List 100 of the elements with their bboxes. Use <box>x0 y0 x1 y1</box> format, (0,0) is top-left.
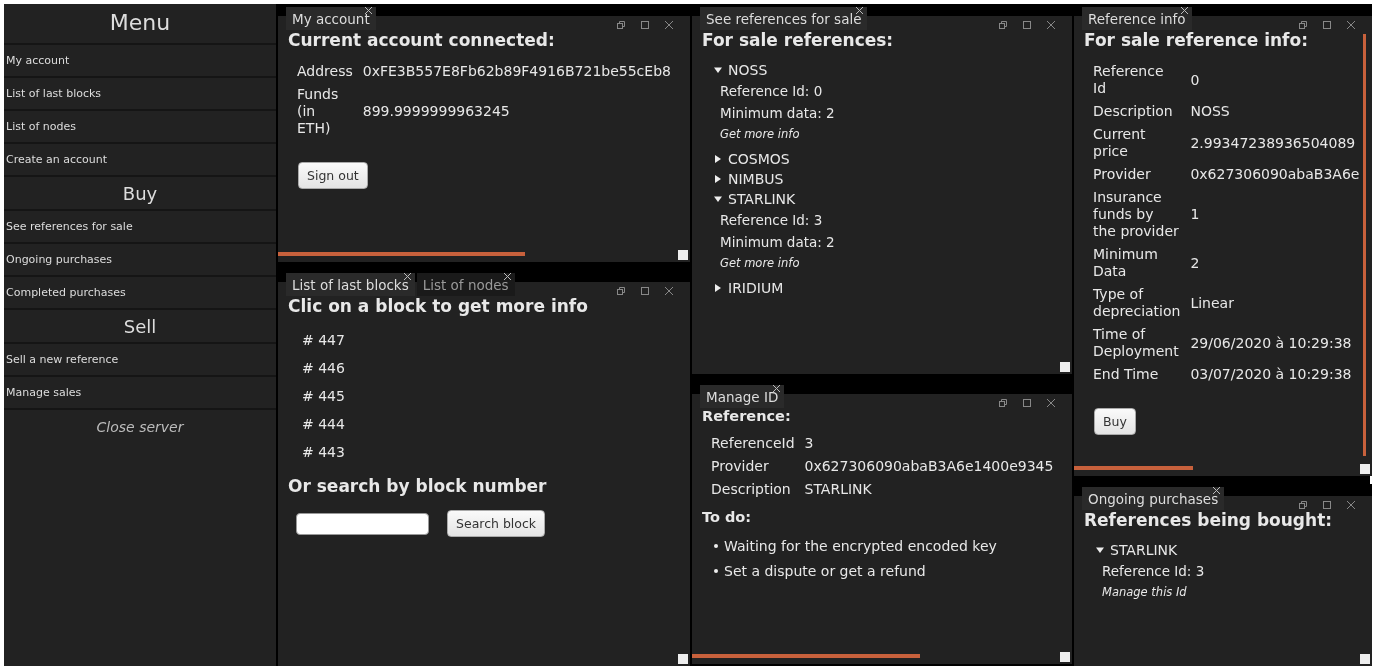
restore-icon[interactable] <box>616 20 626 30</box>
block-link[interactable]: # 447 <box>288 326 359 354</box>
todo-item: Waiting for the encrypted encoded key <box>724 538 997 554</box>
field-label: ReferenceId <box>711 435 795 451</box>
menu-item[interactable]: Completed purchases <box>4 277 276 310</box>
panel-tab[interactable]: List of last blocks <box>286 273 415 296</box>
action-button[interactable]: Buy <box>1094 408 1136 435</box>
restore-icon[interactable] <box>998 20 1008 30</box>
field-label: Type of depreciation <box>1093 286 1181 319</box>
field-value: 0x627306090abaB3A6e1400e9345 <box>804 458 1054 474</box>
scrollbar[interactable] <box>1363 34 1366 456</box>
field-label: Provider <box>711 458 769 474</box>
block-link[interactable]: # 444 <box>288 410 359 438</box>
field-label: Insurance funds by the provider <box>1093 189 1179 239</box>
maximize-icon[interactable] <box>1022 398 1032 408</box>
restore-icon[interactable] <box>616 286 626 296</box>
scrollbar[interactable] <box>692 654 920 658</box>
block-number-field[interactable] <box>296 512 429 535</box>
field-value: 2 <box>1190 254 1200 271</box>
detail-text: Reference Id: 0 <box>719 82 823 101</box>
close-icon[interactable] <box>1046 20 1056 30</box>
scrollbar[interactable] <box>278 252 526 256</box>
panel-heading: References being bought: <box>1084 510 1334 530</box>
field-value: 1 <box>1190 206 1200 222</box>
detail-text: Reference Id: 3 <box>1101 562 1205 581</box>
close-icon[interactable] <box>503 273 511 280</box>
resize-handle[interactable] <box>1060 362 1070 372</box>
info-link[interactable]: Get more info <box>714 124 800 149</box>
close-icon[interactable] <box>664 286 674 296</box>
block-link[interactable]: # 443 <box>288 438 359 466</box>
close-icon[interactable] <box>1346 20 1356 30</box>
scrollbar[interactable] <box>1074 466 1194 470</box>
menu-item[interactable]: List of last blocks <box>4 78 276 111</box>
info-link[interactable]: Manage this Id <box>1096 582 1187 607</box>
close-icon[interactable] <box>664 20 674 30</box>
info-link[interactable]: Get more info <box>714 253 800 278</box>
search-button[interactable]: Search block <box>447 510 546 537</box>
tree-item[interactable]: COSMOS <box>714 149 790 169</box>
maximize-icon[interactable] <box>1322 500 1332 510</box>
tree-item[interactable]: STARLINK <box>714 189 796 209</box>
close-icon[interactable] <box>1046 398 1056 408</box>
resize-handle[interactable] <box>1360 654 1370 664</box>
close-icon[interactable] <box>1180 7 1188 14</box>
panel-tab[interactable]: See references for sale <box>700 7 868 30</box>
close-server-link[interactable]: Close server <box>4 410 276 444</box>
restore-icon[interactable] <box>998 398 1008 408</box>
maximize-icon[interactable] <box>1022 20 1032 30</box>
field-value: Linear <box>1190 294 1234 311</box>
resize-handle[interactable] <box>678 654 688 664</box>
restore-icon[interactable] <box>1298 500 1308 510</box>
menu-item[interactable]: Sell a new reference <box>4 344 276 377</box>
resize-handle[interactable] <box>1060 652 1070 662</box>
maximize-icon[interactable] <box>640 20 650 30</box>
panel-tab[interactable]: List of nodes <box>416 273 515 296</box>
menu-title: Menu <box>4 4 276 45</box>
field-value: 3 <box>804 435 814 451</box>
section-heading: To do: <box>702 509 753 525</box>
field-value: NOSS <box>1190 103 1230 119</box>
tree-item[interactable]: IRIDIUM <box>714 278 784 298</box>
field-value: 0 <box>1190 71 1200 88</box>
panel-heading: Or search by block number <box>288 476 548 496</box>
close-icon[interactable] <box>403 273 411 280</box>
close-icon[interactable] <box>364 7 372 14</box>
close-icon[interactable] <box>856 7 864 14</box>
tree-item[interactable]: STARLINK <box>1096 540 1178 560</box>
panel-tab[interactable]: Manage ID <box>700 385 785 408</box>
panel-tab[interactable]: Reference info <box>1082 7 1192 30</box>
panel-tab[interactable]: My account <box>286 7 376 30</box>
block-link[interactable]: # 446 <box>288 354 359 382</box>
panel-heading: For sale reference info: <box>1084 30 1309 50</box>
maximize-icon[interactable] <box>1322 20 1332 30</box>
resize-handle[interactable] <box>678 250 688 260</box>
bullet-icon <box>714 569 718 573</box>
resize-handle[interactable] <box>1360 464 1370 474</box>
field-value: 2.99347238936504089 <box>1190 134 1356 151</box>
caret-icon <box>714 175 722 183</box>
menu-item[interactable]: See references for sale <box>4 211 276 244</box>
tree-item[interactable]: NIMBUS <box>714 169 784 189</box>
close-icon[interactable] <box>1213 487 1221 494</box>
menu-item[interactable]: Manage sales <box>4 377 276 410</box>
panel-tab[interactable]: Ongoing purchases <box>1082 487 1225 510</box>
close-icon[interactable] <box>773 385 781 392</box>
close-icon[interactable] <box>1346 500 1356 510</box>
block-link[interactable]: # 445 <box>288 382 359 410</box>
action-button[interactable]: Sign out <box>298 162 368 189</box>
field-value: 0x627306090abaB3A6e <box>1190 166 1360 182</box>
restore-icon[interactable] <box>1298 20 1308 30</box>
field-label: Funds (in ETH) <box>297 86 339 136</box>
field-label: Time of Deployment <box>1093 326 1179 359</box>
menu-item[interactable]: List of nodes <box>4 111 276 144</box>
field-label: End Time <box>1093 366 1159 382</box>
detail-text: Reference Id: 3 <box>719 211 823 230</box>
field-label: Address <box>297 63 353 79</box>
menu-item[interactable]: Ongoing purchases <box>4 244 276 277</box>
tree-item[interactable]: NOSS <box>714 60 768 80</box>
panel-heading: Current account connected: <box>288 30 556 50</box>
menu-item[interactable]: Create an account <box>4 144 276 177</box>
maximize-icon[interactable] <box>640 286 650 296</box>
caret-icon <box>714 155 722 163</box>
menu-item[interactable]: My account <box>4 45 276 78</box>
